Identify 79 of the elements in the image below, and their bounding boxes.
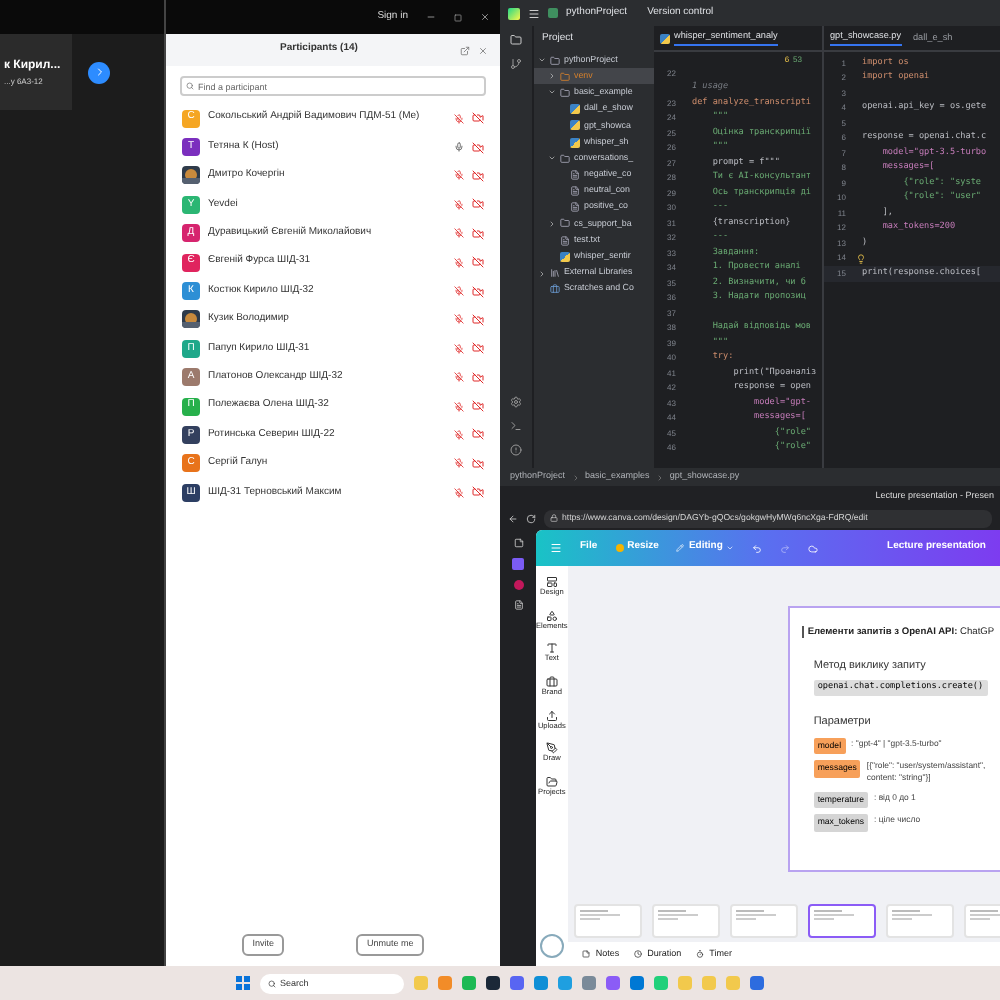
chevron-icon bbox=[93, 66, 105, 78]
folder-icon bbox=[560, 71, 570, 82]
search-icon bbox=[268, 979, 276, 987]
video-off-icon[interactable] bbox=[472, 313, 484, 326]
tabs-icon[interactable] bbox=[513, 538, 523, 548]
problems-icon[interactable] bbox=[510, 444, 522, 456]
file-icon bbox=[570, 186, 580, 197]
video-off-icon[interactable] bbox=[472, 428, 484, 441]
reload-icon[interactable] bbox=[526, 513, 536, 523]
folder-icon bbox=[560, 218, 570, 229]
side-panel-icon[interactable] bbox=[545, 576, 558, 588]
pop-out-icon[interactable] bbox=[460, 45, 470, 55]
lock-icon bbox=[550, 514, 558, 522]
settings-icon[interactable] bbox=[510, 396, 522, 408]
mic-muted-icon[interactable] bbox=[454, 458, 464, 469]
branch-icon[interactable] bbox=[510, 58, 522, 70]
scratch-icon bbox=[550, 284, 560, 295]
mic-muted-icon[interactable] bbox=[454, 372, 464, 383]
mic-muted-icon[interactable] bbox=[454, 228, 464, 239]
video-off-icon[interactable] bbox=[472, 486, 484, 499]
folder-icon bbox=[560, 87, 570, 98]
app-logo-icon bbox=[508, 7, 520, 19]
video-off-icon[interactable] bbox=[472, 112, 484, 125]
footer-tool-icon[interactable] bbox=[581, 950, 590, 958]
cloud-icon[interactable] bbox=[808, 543, 819, 553]
folder-icon bbox=[550, 55, 560, 66]
mic-muted-icon[interactable] bbox=[454, 286, 464, 297]
library-icon bbox=[550, 268, 560, 279]
python-file-icon bbox=[560, 251, 570, 262]
slide-thumbnail[interactable] bbox=[807, 903, 876, 937]
folder-icon[interactable] bbox=[510, 34, 522, 46]
mic-muted-icon[interactable] bbox=[454, 170, 464, 181]
file-icon bbox=[570, 202, 580, 213]
folder-icon bbox=[560, 153, 570, 164]
mic-muted-icon[interactable] bbox=[454, 199, 464, 210]
python-file-icon bbox=[660, 33, 670, 43]
maximize-icon[interactable] bbox=[454, 13, 462, 21]
lightbulb-icon[interactable] bbox=[856, 253, 866, 264]
video-off-icon[interactable] bbox=[472, 371, 484, 384]
file-icon bbox=[570, 169, 580, 180]
start-icon[interactable] bbox=[236, 976, 250, 990]
footer-tool-icon[interactable] bbox=[695, 950, 704, 958]
mic-muted-icon[interactable] bbox=[454, 343, 464, 354]
side-panel-icon[interactable] bbox=[545, 609, 558, 622]
video-off-icon[interactable] bbox=[472, 457, 484, 470]
mic-icon[interactable] bbox=[454, 142, 464, 153]
document-icon[interactable] bbox=[513, 600, 523, 610]
assistant-icon[interactable] bbox=[539, 934, 564, 958]
video-off-icon[interactable] bbox=[472, 141, 484, 154]
next-page-button[interactable] bbox=[88, 61, 110, 83]
menu-icon[interactable] bbox=[528, 7, 540, 19]
undo-icon[interactable] bbox=[752, 543, 763, 553]
side-panel-icon[interactable] bbox=[545, 709, 558, 722]
video-off-icon[interactable] bbox=[472, 169, 484, 182]
mic-muted-icon[interactable] bbox=[454, 113, 464, 124]
terminal-icon[interactable] bbox=[510, 420, 522, 432]
side-panel-icon[interactable] bbox=[545, 776, 558, 789]
side-panel-icon[interactable] bbox=[545, 742, 558, 755]
back-icon[interactable] bbox=[508, 513, 518, 523]
mic-muted-icon[interactable] bbox=[454, 429, 464, 440]
mic-muted-icon[interactable] bbox=[454, 401, 464, 412]
video-off-icon[interactable] bbox=[472, 342, 484, 355]
video-off-icon[interactable] bbox=[472, 256, 484, 269]
mic-muted-icon[interactable] bbox=[454, 487, 464, 498]
search-icon bbox=[186, 82, 194, 90]
project-badge-icon bbox=[548, 8, 558, 18]
footer-tool-icon[interactable] bbox=[633, 950, 642, 958]
pencil-icon bbox=[676, 544, 685, 552]
video-off-icon[interactable] bbox=[472, 285, 484, 298]
video-off-icon[interactable] bbox=[472, 400, 484, 413]
side-panel-icon[interactable] bbox=[545, 676, 558, 689]
crown-icon bbox=[615, 544, 624, 552]
video-off-icon[interactable] bbox=[472, 227, 484, 240]
mic-muted-icon[interactable] bbox=[454, 257, 464, 268]
file-icon bbox=[560, 235, 570, 246]
video-off-icon[interactable] bbox=[472, 198, 484, 211]
minimize-icon[interactable] bbox=[426, 12, 436, 22]
slide[interactable] bbox=[787, 605, 1000, 871]
mic-muted-icon[interactable] bbox=[454, 314, 464, 325]
